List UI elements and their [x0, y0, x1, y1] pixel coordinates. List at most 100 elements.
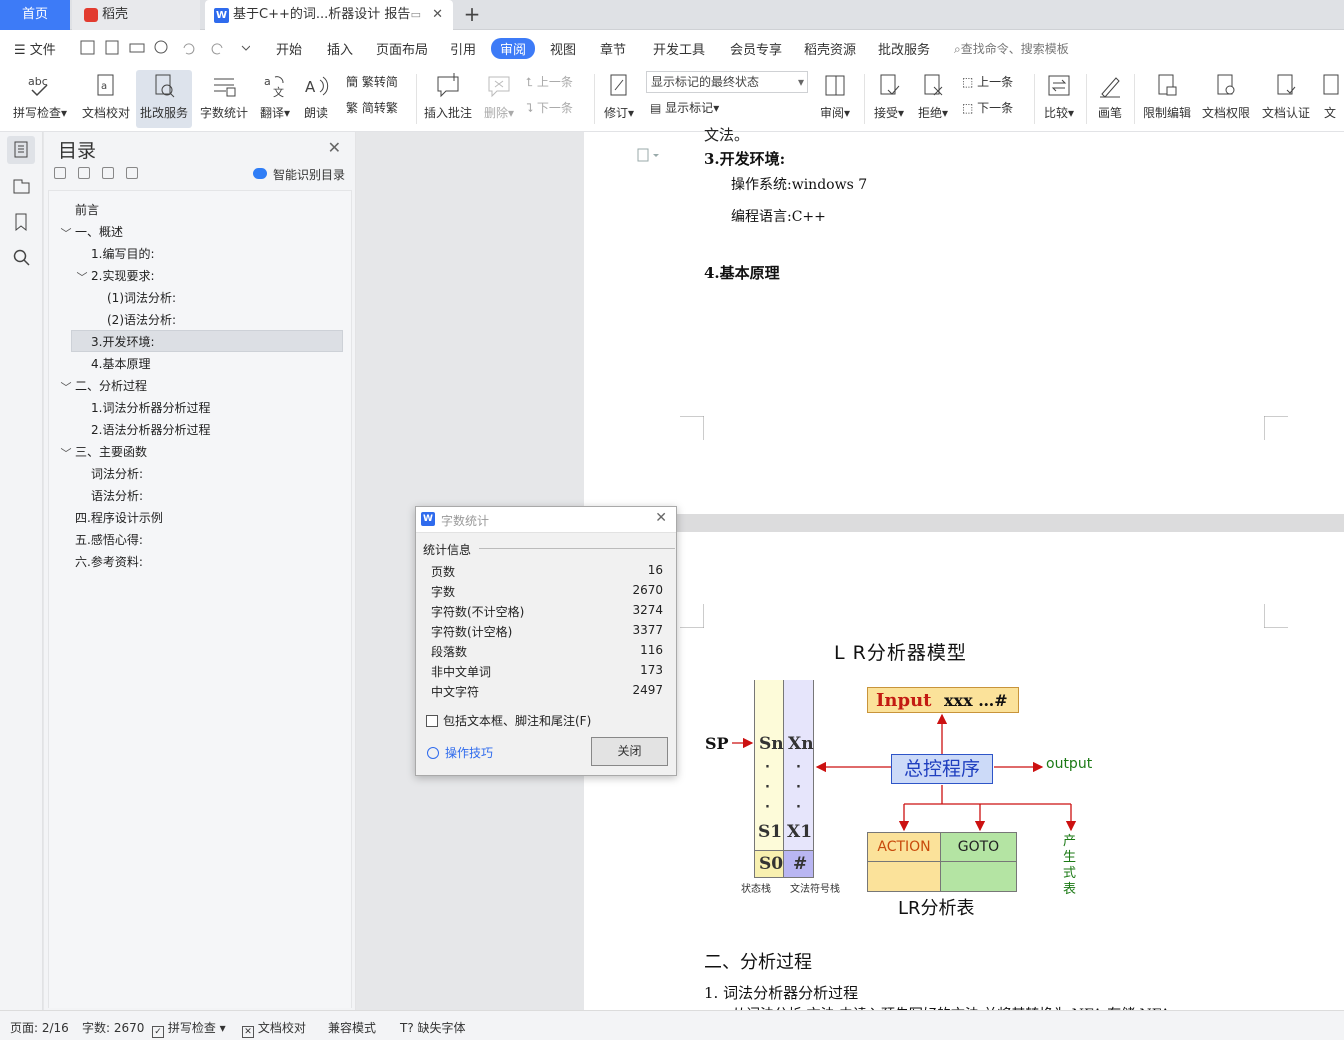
checkbox-box[interactable] — [426, 715, 438, 727]
restrict-editing-button[interactable]: 限制编辑 — [1140, 70, 1194, 128]
chevron-down-icon[interactable]: ﹀ — [75, 269, 89, 285]
next-comment-button[interactable]: ⮧ 下一条 — [526, 97, 573, 119]
chevron-down-icon[interactable]: ﹀ — [59, 445, 73, 461]
include-textbox-checkbox[interactable]: 包括文本框、脚注和尾注(F) — [426, 712, 658, 729]
toc-icon — [14, 141, 28, 158]
toc-item[interactable]: 三、主要函数 — [75, 441, 147, 463]
print-preview-icon[interactable] — [154, 40, 168, 54]
toc-item[interactable]: 2.语法分析器分析过程 — [91, 419, 210, 441]
doc-proofread-button[interactable]: a 文档校对 — [78, 70, 134, 128]
toc-item[interactable]: 五.感悟心得: — [75, 529, 143, 551]
next-change-button[interactable]: ⬚ 下一条 — [962, 97, 1013, 119]
menu-view[interactable]: 视图 — [550, 39, 576, 58]
close-icon[interactable]: ✕ — [328, 138, 341, 157]
chapter-panel-button[interactable] — [7, 172, 35, 200]
toc-item[interactable]: 前言 — [75, 199, 99, 221]
menu-daoke-resources[interactable]: 稻壳资源 — [804, 39, 856, 58]
menu-member[interactable]: 会员专享 — [730, 39, 782, 58]
menu-layout[interactable]: 页面布局 — [376, 39, 428, 58]
menu-start[interactable]: 开始 — [276, 39, 302, 58]
menu-insert[interactable]: 插入 — [327, 39, 353, 58]
undo-icon[interactable] — [183, 43, 195, 55]
tab-home[interactable]: 首页 — [0, 0, 70, 30]
redo-icon[interactable] — [211, 43, 223, 55]
document-page[interactable]: L R分析器模型 Input xxx …# SP Sn Xn · · · · · · S… — [584, 532, 1344, 1010]
ribbon-divider — [594, 74, 595, 124]
prev-comment-button[interactable]: ⮤ 上一条 — [526, 71, 573, 93]
chevron-down-icon[interactable]: ﹀ — [59, 225, 73, 241]
add-heading-icon[interactable] — [102, 167, 114, 179]
toc-title: 目录 — [58, 140, 97, 162]
proofread-status[interactable]: ✕ 文档校对 — [242, 1019, 306, 1038]
track-changes-button[interactable]: 修订▾ — [600, 70, 638, 128]
missing-font-button[interactable]: T? 缺失字体 — [400, 1019, 466, 1036]
toc-item[interactable]: 四.程序设计示例 — [75, 507, 163, 529]
command-search[interactable]: ⌕查找命令、搜索模板 — [954, 40, 1069, 57]
collapse-icon[interactable] — [54, 167, 66, 179]
file-menu[interactable]: ☰ 文件 — [14, 39, 56, 58]
read-aloud-button[interactable]: A 朗读 — [298, 70, 334, 128]
find-panel-button[interactable] — [7, 244, 35, 272]
toc-item-selected[interactable]: 3.开发环境: — [91, 331, 155, 353]
toc-item[interactable]: 1.编写目的: — [91, 243, 155, 265]
trad-to-simp-button[interactable]: 簡 繁转简 — [346, 71, 398, 93]
delete-comment-button[interactable]: 删除▾ — [480, 70, 518, 128]
menu-developer[interactable]: 开发工具 — [653, 39, 705, 58]
save-icon[interactable] — [80, 40, 95, 55]
new-tab-button[interactable]: + — [462, 0, 482, 30]
toc-item[interactable]: 1.词法分析器分析过程 — [91, 397, 210, 419]
stat-value: 16 — [647, 563, 663, 577]
toc-panel-button[interactable] — [7, 136, 35, 164]
page-indicator[interactable]: 页面: 2/16 — [10, 1019, 69, 1036]
tab-document[interactable]: W 基于C++的词...析器设计 报告 ▭ ✕ — [205, 0, 453, 30]
export-pdf-icon[interactable] — [105, 40, 119, 55]
toc-item[interactable]: 语法分析: — [91, 485, 143, 507]
close-icon[interactable]: ✕ — [655, 510, 667, 526]
toc-item[interactable]: 2.实现要求: — [91, 265, 155, 287]
document-page[interactable]: 文法。 3.开发环境: 操作系统:windows 7 编程语言:C++ 4.基本… — [584, 126, 1344, 514]
correction-service-button[interactable]: 批改服务 — [136, 70, 192, 128]
smart-toc-button[interactable]: 智能识别目录 — [252, 166, 345, 183]
word-count-indicator[interactable]: 字数: 2670 — [82, 1019, 144, 1036]
toc-item[interactable]: (2)语法分析: — [107, 309, 176, 331]
menu-review[interactable]: 审阅 — [491, 38, 536, 59]
insert-comment-button[interactable]: 插入批注 — [422, 70, 474, 128]
menu-chapter[interactable]: 章节 — [600, 39, 626, 58]
expand-icon[interactable] — [78, 167, 90, 179]
accept-button[interactable]: 接受▾ — [870, 70, 908, 128]
toc-item[interactable]: 词法分析: — [91, 463, 143, 485]
compare-button[interactable]: 比较▾ — [1040, 70, 1078, 128]
toc-item[interactable]: 4.基本原理 — [91, 353, 150, 375]
spell-check-button[interactable]: abc 拼写检查▾ — [8, 70, 72, 128]
paragraph-menu-icon[interactable] — [636, 148, 662, 162]
toc-item[interactable]: 六.参考资料: — [75, 551, 143, 573]
menu-correction[interactable]: 批改服务 — [878, 39, 930, 58]
show-markup-button[interactable]: ▤ 显示标记▾ — [650, 97, 719, 119]
toc-item[interactable]: 二、分析过程 — [75, 375, 147, 397]
tab-daoke[interactable]: 稻壳 — [72, 0, 200, 30]
remove-heading-icon[interactable] — [126, 167, 138, 179]
prev-change-button[interactable]: ⬚ 上一条 — [962, 71, 1013, 93]
close-dialog-button[interactable]: 关闭 — [591, 737, 668, 766]
spell-check-status[interactable]: ✓ 拼写检查 ▾ — [152, 1019, 226, 1038]
close-tab-icon[interactable]: ✕ — [432, 0, 443, 30]
print-icon[interactable] — [129, 43, 145, 53]
pin-icon[interactable]: ▭ — [411, 0, 421, 30]
pen-button[interactable]: 画笔 — [1092, 70, 1128, 128]
simp-to-trad-button[interactable]: 繁 简转繁 — [346, 97, 398, 119]
bookmark-panel-button[interactable] — [7, 208, 35, 236]
review-pane-button[interactable]: 审阅▾ — [816, 70, 854, 128]
word-count-button[interactable]: 字数统计 — [196, 70, 252, 128]
more-ribbon-button[interactable]: 文 — [1318, 70, 1342, 128]
prev-comment-icon: ⮤ — [526, 75, 534, 89]
menu-references[interactable]: 引用 — [450, 39, 476, 58]
chevron-down-icon[interactable]: ﹀ — [59, 379, 73, 395]
doc-rights-button[interactable]: 文档权限 — [1198, 70, 1254, 128]
translate-button[interactable]: a文 翻译▾ — [256, 70, 294, 128]
customize-chevron-icon[interactable] — [241, 45, 250, 51]
markup-state-select[interactable]: 显示标记的最终状态 ▾ — [646, 71, 808, 93]
toc-item[interactable]: 一、概述 — [75, 221, 123, 243]
toc-item[interactable]: (1)词法分析: — [107, 287, 176, 309]
reject-button[interactable]: 拒绝▾ — [914, 70, 952, 128]
doc-certify-button[interactable]: 文档认证 — [1258, 70, 1314, 128]
